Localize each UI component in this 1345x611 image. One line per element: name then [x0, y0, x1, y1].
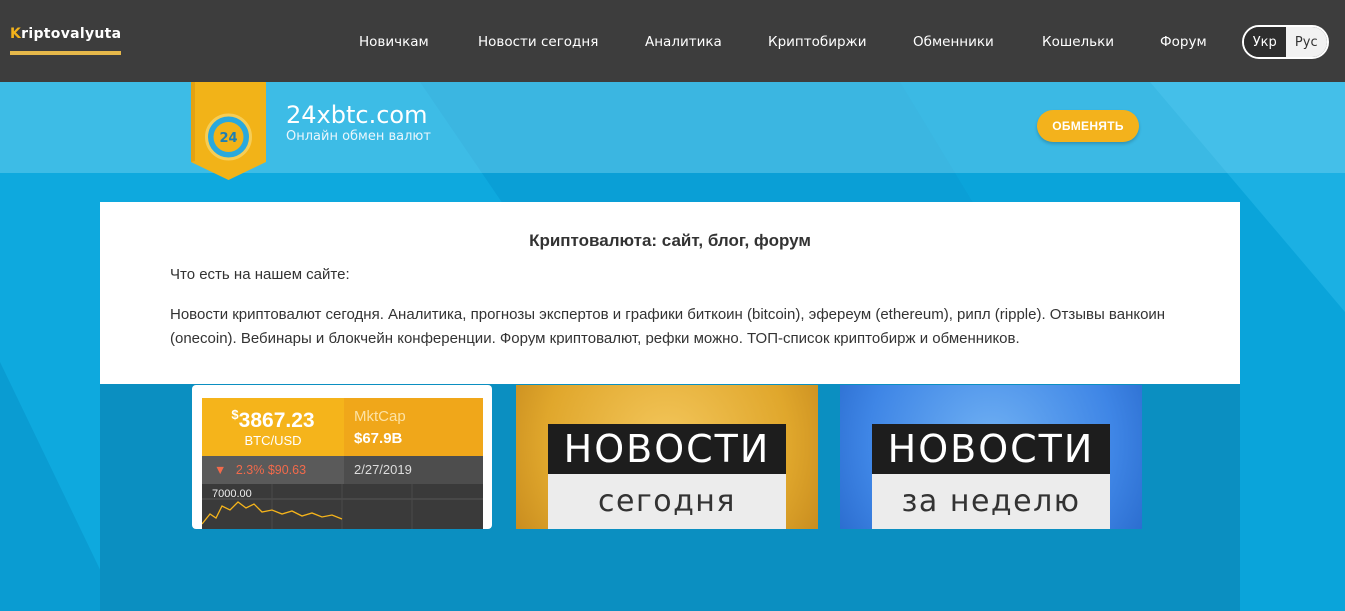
- down-arrow-icon: ▼: [214, 463, 227, 477]
- nav-item-exchangers[interactable]: Обменники: [913, 34, 994, 50]
- tile-today-top-label: НОВОСТИ: [548, 424, 786, 474]
- ticker-axis-label: 7000.00: [212, 488, 252, 500]
- top-navigation-bar: Kriptovalyuta Новичкам Новости сегодня А…: [0, 0, 1345, 82]
- intro-lead: Что есть на нашем сайте:: [170, 266, 350, 283]
- news-heading: Новости криптовалют сегодня и за неделю: [489, 339, 856, 358]
- nav-item-wallets[interactable]: Кошельки: [1042, 34, 1114, 50]
- logo-first-letter: K: [10, 26, 22, 42]
- partner-site-subtitle: Онлайн обмен валют: [286, 129, 431, 144]
- nav-item-news-today[interactable]: Новости сегодня: [478, 34, 598, 50]
- ticker-change: ▼ 2.3% $90.63: [202, 456, 344, 484]
- ticker-date: 2/27/2019: [344, 456, 483, 484]
- site-logo[interactable]: Kriptovalyuta: [10, 26, 121, 42]
- exchange-button[interactable]: ОБМЕНЯТЬ: [1037, 110, 1139, 142]
- logo-text: riptovalyuta: [21, 26, 122, 42]
- language-switcher: Укр Рус: [1242, 25, 1329, 59]
- ticker-price: $3867.23: [202, 407, 344, 433]
- partner-site-title[interactable]: 24xbtc.com: [286, 101, 427, 129]
- change-value: 2.3% $90.63: [235, 463, 307, 477]
- mktcap-value: $67.9B: [354, 430, 403, 447]
- ticker-pair: BTC/USD: [244, 433, 302, 448]
- btc-ticker-widget[interactable]: $3867.23 BTC/USD MktCap $67.9B ▼ 2.3% $9…: [192, 385, 492, 529]
- site-badge-ribbon: 24: [191, 82, 266, 180]
- news-today-tile[interactable]: НОВОСТИ сегодня: [516, 385, 818, 529]
- tile-today-bottom-label: сегодня: [548, 474, 786, 529]
- tile-week-top-label: НОВОСТИ: [872, 424, 1110, 474]
- nav-item-beginners[interactable]: Новичкам: [359, 34, 429, 50]
- lang-ukr-button[interactable]: Укр: [1244, 27, 1286, 57]
- ticker-mini-chart: 7000.00: [202, 484, 483, 529]
- lang-rus-button[interactable]: Рус: [1285, 27, 1327, 57]
- tile-week-bottom-label: за неделю: [872, 474, 1110, 529]
- logo-underline: [10, 51, 121, 55]
- ticker-inner: $3867.23 BTC/USD MktCap $67.9B ▼ 2.3% $9…: [202, 398, 483, 529]
- nav-item-analytics[interactable]: Аналитика: [645, 34, 722, 50]
- ticker-mktcap-block: MktCap $67.9B: [344, 398, 483, 456]
- currency-symbol: $: [231, 407, 239, 422]
- badge-text: 24: [219, 131, 237, 146]
- nav-item-exchanges[interactable]: Криптобиржи: [768, 34, 866, 50]
- price-value: 3867.23: [238, 409, 315, 432]
- ticker-price-block: $3867.23 BTC/USD: [202, 398, 344, 456]
- news-week-tile[interactable]: НОВОСТИ за неделю: [840, 385, 1142, 529]
- nav-item-forum[interactable]: Форум: [1160, 34, 1207, 50]
- mktcap-label: MktCap: [354, 408, 406, 425]
- intro-title: Криптовалюта: сайт, блог, форум: [529, 231, 811, 250]
